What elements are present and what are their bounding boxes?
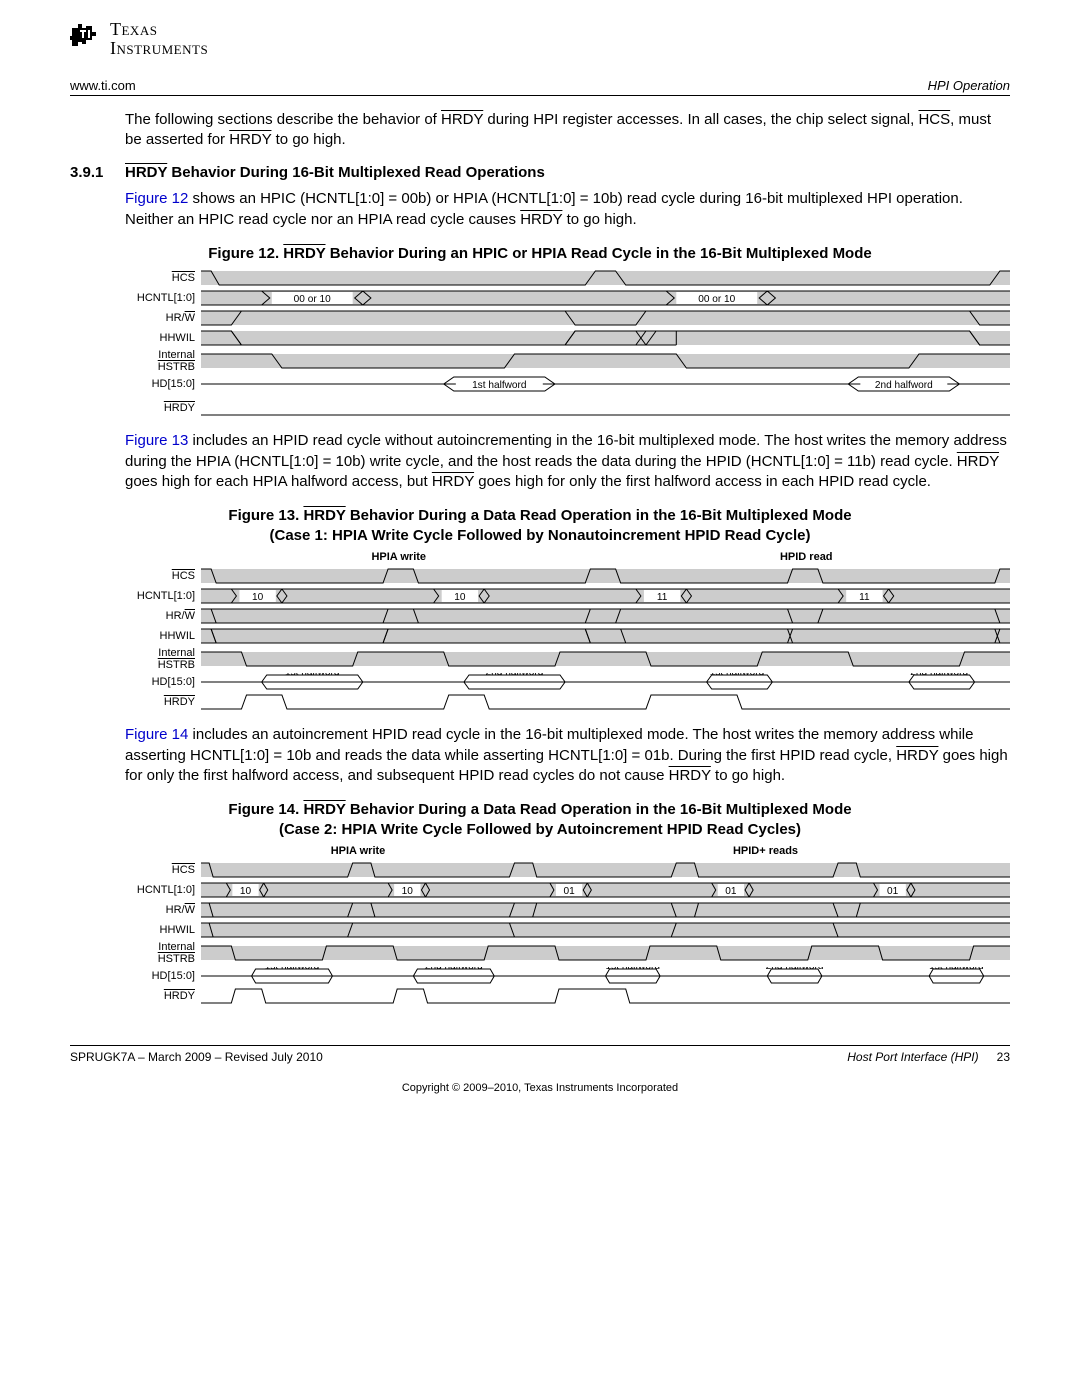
- intro-paragraph: The following sections describe the beha…: [125, 110, 1010, 151]
- svg-text:2nd halfword: 2nd halfword: [910, 673, 968, 678]
- svg-text:11: 11: [657, 592, 668, 603]
- sig-hd: HD[15:0]: [125, 378, 201, 390]
- svg-text:1st halfword: 1st halfword: [285, 673, 339, 678]
- page-number: 23: [997, 1050, 1010, 1064]
- section-paragraph-1: Figure 12 shows an HPIC (HCNTL[1:0] = 00…: [125, 189, 1010, 230]
- header-section: HPI Operation: [928, 78, 1010, 93]
- ti-chip-icon: [70, 20, 104, 52]
- svg-text:10: 10: [402, 886, 414, 897]
- svg-text:10: 10: [454, 592, 466, 603]
- svg-text:01: 01: [887, 886, 899, 897]
- svg-text:01: 01: [725, 886, 737, 897]
- footer-copyright: Copyright © 2009–2010, Texas Instruments…: [70, 1082, 1010, 1094]
- svg-text:1st halfword: 1st halfword: [606, 967, 660, 972]
- figure-14-link[interactable]: Figure 14: [125, 726, 188, 743]
- figure-12-caption: Figure 12. HRDY Behavior During an HPIC …: [70, 244, 1010, 264]
- figure-12-diagram: HCS HCNTL[1:0] 00 or 10 00 or 10 HR/W: [125, 269, 1010, 417]
- sig-hrdy: HRDY: [164, 402, 195, 414]
- sig-hcntl: HCNTL[1:0]: [125, 292, 201, 304]
- svg-text:1st halfword: 1st halfword: [265, 967, 319, 972]
- figure-13-diagram: HPIA write HPID read HCS HCNTL[1:0]: [125, 551, 1010, 711]
- sig-hcs: HCS: [172, 272, 195, 284]
- ti-logo-text: Texas Instruments: [110, 20, 208, 58]
- footer-doc-title: Host Port Interface (HPI)23: [847, 1050, 1010, 1064]
- figure-14-diagram: HPIA write HPID+ reads HCS HCNTL[1:0] 10…: [125, 845, 1010, 1005]
- section-heading: 3.9.1 HRDY Behavior During 16-Bit Multip…: [70, 164, 1010, 181]
- svg-text:2nd halfword: 2nd halfword: [766, 967, 824, 972]
- page: Texas Instruments www.ti.com HPI Operati…: [0, 0, 1080, 1134]
- sig-hrw: HR/W: [125, 312, 201, 324]
- logo-line2: Instruments: [110, 39, 208, 58]
- figure-13-intro: Figure 13 includes an HPID read cycle wi…: [125, 431, 1010, 492]
- svg-text:2nd halfword: 2nd halfword: [875, 381, 933, 392]
- logo-line1: Texas: [110, 20, 208, 39]
- footer-docid: SPRUGK7A – March 2009 – Revised July 201…: [70, 1050, 323, 1064]
- svg-text:01: 01: [563, 886, 575, 897]
- footer-top: SPRUGK7A – March 2009 – Revised July 201…: [70, 1045, 1010, 1064]
- svg-text:10: 10: [240, 886, 252, 897]
- svg-text:2nd halfword: 2nd halfword: [425, 967, 483, 972]
- header-row: www.ti.com HPI Operation: [70, 78, 1010, 96]
- header-url: www.ti.com: [70, 78, 136, 93]
- svg-text:2nd halfword: 2nd halfword: [486, 673, 544, 678]
- sig-hhwil: HHWIL: [125, 332, 201, 344]
- svg-text:00 or 10: 00 or 10: [294, 294, 331, 305]
- svg-text:10: 10: [252, 592, 264, 603]
- figure-14-caption: Figure 14. HRDY Behavior During a Data R…: [70, 800, 1010, 839]
- section-number: 3.9.1: [70, 164, 105, 181]
- section-title: HRDY Behavior During 16-Bit Multiplexed …: [125, 164, 545, 181]
- svg-text:1st halfword: 1st halfword: [472, 381, 526, 392]
- figure-13-caption: Figure 13. HRDY Behavior During a Data R…: [70, 506, 1010, 545]
- figure-13-link[interactable]: Figure 13: [125, 432, 188, 449]
- sig-hstrb: InternalHSTRB: [125, 349, 201, 373]
- figure-14-intro: Figure 14 includes an autoincrement HPID…: [125, 725, 1010, 786]
- svg-text:1st halfword: 1st halfword: [710, 673, 764, 678]
- ti-logo: Texas Instruments: [70, 20, 1010, 58]
- figure-12-link[interactable]: Figure 12: [125, 190, 188, 207]
- svg-text:00 or 10: 00 or 10: [698, 294, 735, 305]
- svg-text:1st halfword: 1st halfword: [929, 967, 983, 972]
- svg-text:11: 11: [859, 592, 870, 603]
